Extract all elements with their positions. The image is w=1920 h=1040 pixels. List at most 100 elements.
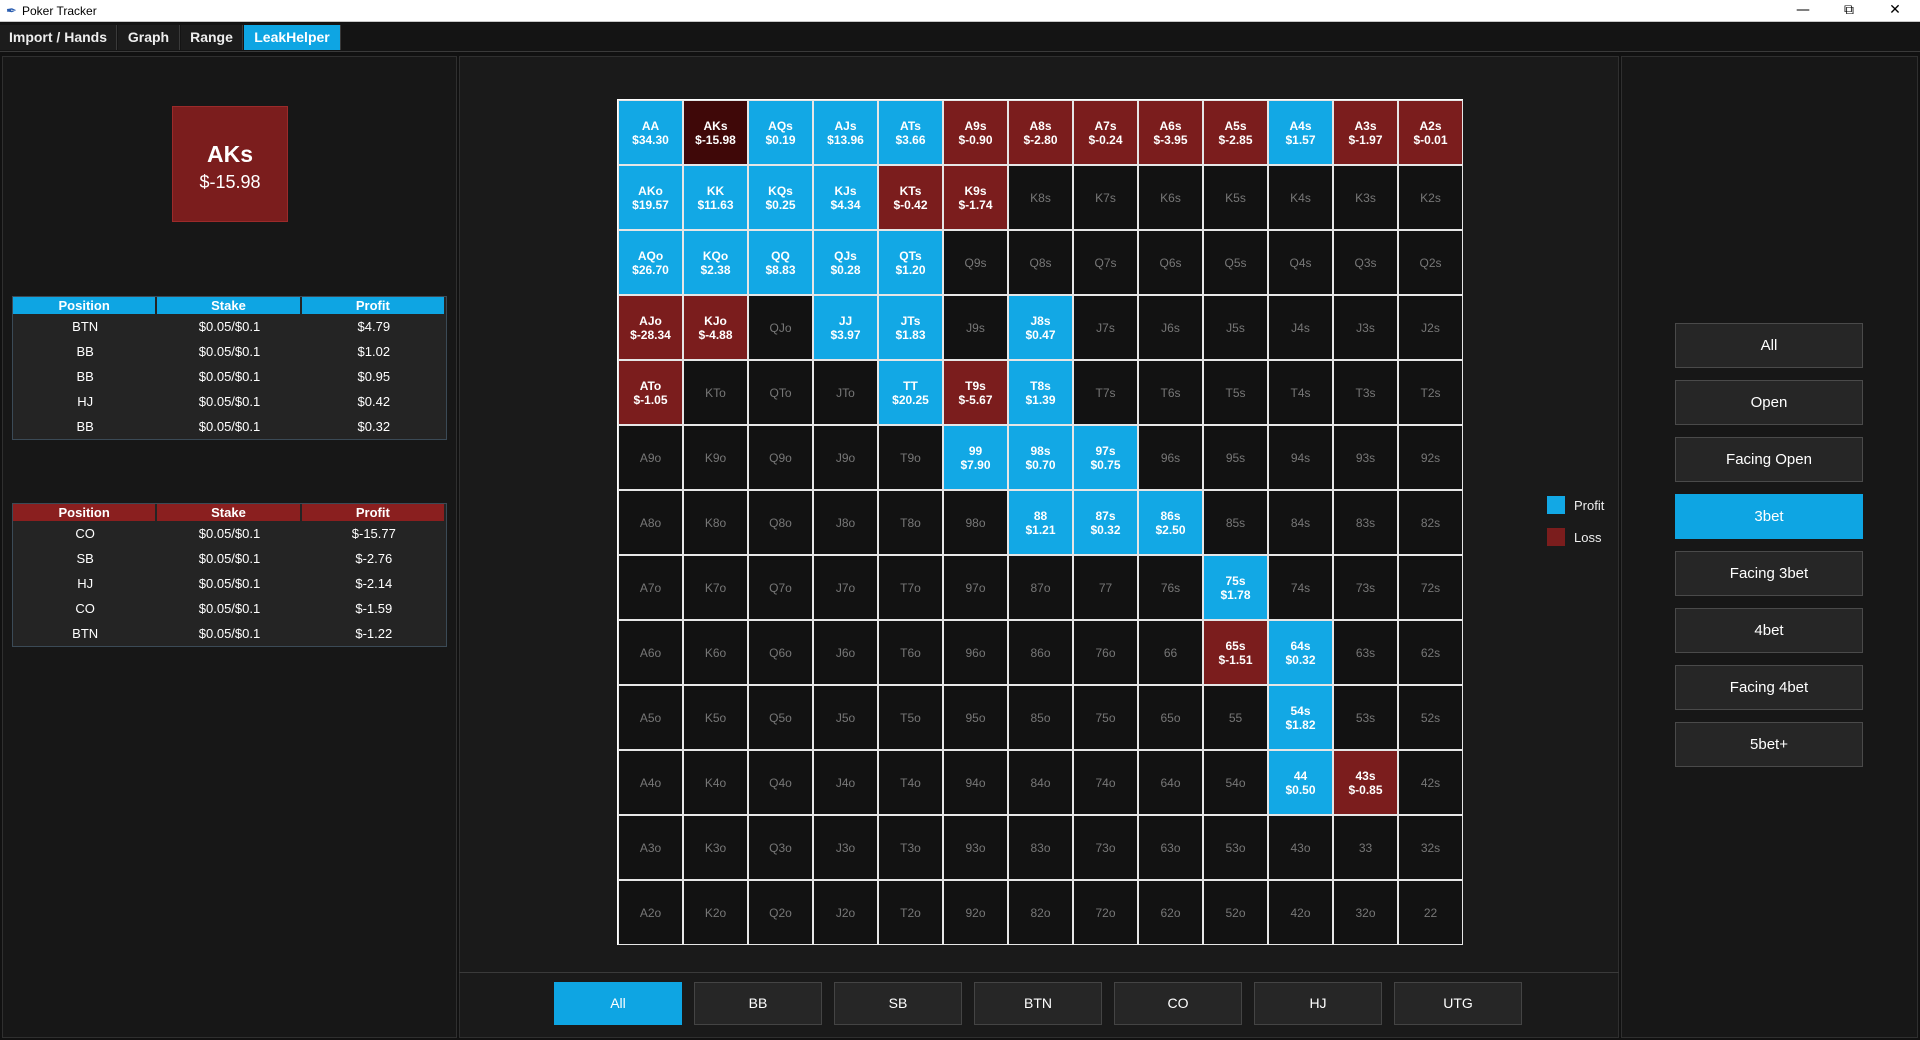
tab-leakhelper[interactable]: LeakHelper: [244, 25, 341, 50]
hand-cell[interactable]: 86s $2.50: [1138, 490, 1203, 555]
action-filter-5bet-plus[interactable]: 5bet+: [1675, 722, 1863, 767]
hand-cell[interactable]: T4o: [878, 750, 943, 815]
hand-cell[interactable]: J9s: [943, 295, 1008, 360]
hand-cell[interactable]: 95o: [943, 685, 1008, 750]
hand-cell[interactable]: 22: [1398, 880, 1463, 945]
hand-cell[interactable]: Q8o: [748, 490, 813, 555]
hand-cell[interactable]: 97o: [943, 555, 1008, 620]
hand-cell[interactable]: 94o: [943, 750, 1008, 815]
table-row[interactable]: BB $0.05/$0.1 $1.02: [13, 339, 446, 364]
hand-cell[interactable]: 93s: [1333, 425, 1398, 490]
position-filter-all[interactable]: All: [554, 982, 682, 1025]
table-row[interactable]: CO $0.05/$0.1 $-15.77: [13, 521, 446, 546]
hand-cell[interactable]: KJs $4.34: [813, 165, 878, 230]
hand-cell[interactable]: 76o: [1073, 620, 1138, 685]
hand-cell[interactable]: 52s: [1398, 685, 1463, 750]
hand-cell[interactable]: Q7o: [748, 555, 813, 620]
hand-cell[interactable]: ATo $-1.05: [618, 360, 683, 425]
hand-cell[interactable]: TT $20.25: [878, 360, 943, 425]
hand-cell[interactable]: JTo: [813, 360, 878, 425]
hand-cell[interactable]: A8s $-2.80: [1008, 100, 1073, 165]
hand-cell[interactable]: J5o: [813, 685, 878, 750]
hand-cell[interactable]: K4s: [1268, 165, 1333, 230]
table-row[interactable]: BB $0.05/$0.1 $0.95: [13, 364, 446, 389]
hand-cell[interactable]: K9o: [683, 425, 748, 490]
hand-cell[interactable]: 62o: [1138, 880, 1203, 945]
hand-cell[interactable]: K4o: [683, 750, 748, 815]
hand-cell[interactable]: Q6o: [748, 620, 813, 685]
hand-cell[interactable]: 96o: [943, 620, 1008, 685]
hand-cell[interactable]: 87o: [1008, 555, 1073, 620]
hand-cell[interactable]: 96s: [1138, 425, 1203, 490]
hand-cell[interactable]: 53o: [1203, 815, 1268, 880]
hand-cell[interactable]: Q2o: [748, 880, 813, 945]
hand-cell[interactable]: 98o: [943, 490, 1008, 555]
table-row[interactable]: SB $0.05/$0.1 $-2.76: [13, 546, 446, 571]
hand-cell[interactable]: 72o: [1073, 880, 1138, 945]
hand-cell[interactable]: J9o: [813, 425, 878, 490]
hand-cell[interactable]: Q3o: [748, 815, 813, 880]
hand-cell[interactable]: K8s: [1008, 165, 1073, 230]
position-filter-co[interactable]: CO: [1114, 982, 1242, 1025]
hand-cell[interactable]: A9o: [618, 425, 683, 490]
hand-cell[interactable]: JTs $1.83: [878, 295, 943, 360]
hand-cell[interactable]: QTo: [748, 360, 813, 425]
hand-cell[interactable]: 74s: [1268, 555, 1333, 620]
hand-cell[interactable]: 87s $0.32: [1073, 490, 1138, 555]
hand-cell[interactable]: A8o: [618, 490, 683, 555]
hand-cell[interactable]: J7o: [813, 555, 878, 620]
hand-cell[interactable]: JJ $3.97: [813, 295, 878, 360]
hand-cell[interactable]: KTo: [683, 360, 748, 425]
hand-cell[interactable]: QJs $0.28: [813, 230, 878, 295]
hand-cell[interactable]: K6s: [1138, 165, 1203, 230]
hand-cell[interactable]: 84o: [1008, 750, 1073, 815]
hand-cell[interactable]: QQ $8.83: [748, 230, 813, 295]
hand-cell[interactable]: 82s: [1398, 490, 1463, 555]
hand-cell[interactable]: T2s: [1398, 360, 1463, 425]
hand-cell[interactable]: 33: [1333, 815, 1398, 880]
hand-cell[interactable]: 54o: [1203, 750, 1268, 815]
hand-cell[interactable]: K5o: [683, 685, 748, 750]
hand-cell[interactable]: 66: [1138, 620, 1203, 685]
hand-cell[interactable]: T7o: [878, 555, 943, 620]
hand-cell[interactable]: J6s: [1138, 295, 1203, 360]
hand-cell[interactable]: J4o: [813, 750, 878, 815]
hand-cell[interactable]: AA $34.30: [618, 100, 683, 165]
hand-cell[interactable]: 82o: [1008, 880, 1073, 945]
hand-cell[interactable]: A2s $-0.01: [1398, 100, 1463, 165]
hand-cell[interactable]: A7s $-0.24: [1073, 100, 1138, 165]
hand-cell[interactable]: AJs $13.96: [813, 100, 878, 165]
hand-cell[interactable]: 63o: [1138, 815, 1203, 880]
hand-cell[interactable]: A4o: [618, 750, 683, 815]
hand-cell[interactable]: A2o: [618, 880, 683, 945]
hand-cell[interactable]: Q8s: [1008, 230, 1073, 295]
hand-cell[interactable]: A3s $-1.97: [1333, 100, 1398, 165]
hand-cell[interactable]: K8o: [683, 490, 748, 555]
hand-cell[interactable]: 54s $1.82: [1268, 685, 1333, 750]
hand-cell[interactable]: 63s: [1333, 620, 1398, 685]
hand-cell[interactable]: 32o: [1333, 880, 1398, 945]
hand-cell[interactable]: 98s $0.70: [1008, 425, 1073, 490]
position-filter-btn[interactable]: BTN: [974, 982, 1102, 1025]
hand-cell[interactable]: 75s $1.78: [1203, 555, 1268, 620]
hand-cell[interactable]: 32s: [1398, 815, 1463, 880]
hand-cell[interactable]: K5s: [1203, 165, 1268, 230]
hand-cell[interactable]: KJo $-4.88: [683, 295, 748, 360]
hand-cell[interactable]: K3o: [683, 815, 748, 880]
hand-cell[interactable]: A9s $-0.90: [943, 100, 1008, 165]
hand-cell[interactable]: J5s: [1203, 295, 1268, 360]
hand-cell[interactable]: 83s: [1333, 490, 1398, 555]
hand-cell[interactable]: 99 $7.90: [943, 425, 1008, 490]
hand-cell[interactable]: 65s $-1.51: [1203, 620, 1268, 685]
hand-cell[interactable]: K9s $-1.74: [943, 165, 1008, 230]
hand-cell[interactable]: KK $11.63: [683, 165, 748, 230]
hand-cell[interactable]: 85o: [1008, 685, 1073, 750]
table-row[interactable]: HJ $0.05/$0.1 $0.42: [13, 389, 446, 414]
hand-cell[interactable]: A7o: [618, 555, 683, 620]
hand-cell[interactable]: J8o: [813, 490, 878, 555]
hand-cell[interactable]: 85s: [1203, 490, 1268, 555]
table-row[interactable]: BTN $0.05/$0.1 $-1.22: [13, 621, 446, 646]
hand-cell[interactable]: A5o: [618, 685, 683, 750]
table-row[interactable]: BTN $0.05/$0.1 $4.79: [13, 314, 446, 339]
hand-cell[interactable]: QJo: [748, 295, 813, 360]
